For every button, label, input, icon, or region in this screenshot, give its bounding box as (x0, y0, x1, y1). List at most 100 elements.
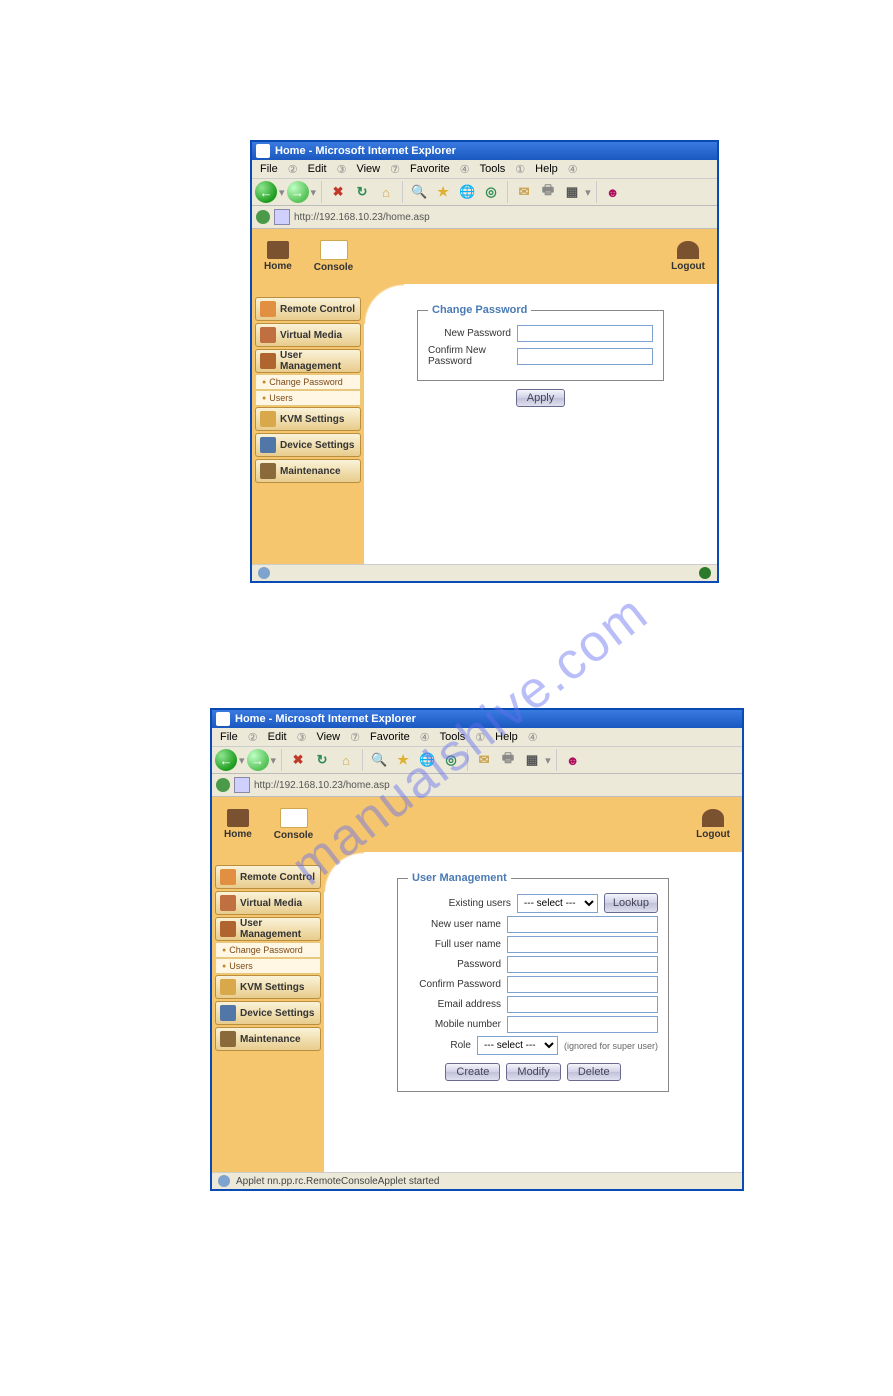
sidebar-maintenance[interactable]: Maintenance (215, 1027, 321, 1051)
sidebar-label: User Management (280, 350, 356, 372)
delete-button[interactable]: Delete (567, 1063, 621, 1081)
sidebar-label: Maintenance (280, 466, 341, 477)
sidebar-label: Remote Control (240, 872, 315, 883)
home-button[interactable]: Home (224, 809, 252, 840)
media-button[interactable]: ◎ (440, 749, 462, 771)
refresh-button[interactable]: ↻ (311, 749, 333, 771)
form-legend: Change Password (428, 304, 531, 316)
mail-button[interactable]: ✉ (513, 181, 535, 203)
sidebar-virtual-media[interactable]: Virtual Media (255, 323, 361, 347)
mobile-number-label: Mobile number (435, 1019, 501, 1030)
full-user-name-input[interactable] (507, 936, 658, 953)
print-button[interactable]: 🖶 (537, 181, 559, 203)
status-bar: Applet nn.pp.rc.RemoteConsoleApplet star… (212, 1172, 742, 1189)
sidebar-maintenance[interactable]: Maintenance (255, 459, 361, 483)
logout-button[interactable]: Logout (696, 809, 730, 840)
modify-button[interactable]: Modify (506, 1063, 560, 1081)
console-button[interactable]: Console (274, 808, 313, 841)
address-url[interactable]: http://192.168.10.23/home.asp (254, 780, 390, 791)
apply-button[interactable]: Apply (516, 389, 566, 407)
sidebar-virtual-media[interactable]: Virtual Media (215, 891, 321, 915)
mobile-number-input[interactable] (507, 1016, 658, 1033)
sidebar-user-management[interactable]: User Management (215, 917, 321, 941)
menu-bar[interactable]: File② Edit③ View⑦ Favorite④ Tools① Help④ (252, 160, 717, 179)
edit-button[interactable]: ▦ (521, 749, 543, 771)
sidebar-device-settings[interactable]: Device Settings (215, 1001, 321, 1025)
sidebar-change-password[interactable]: Change Password (215, 942, 321, 958)
history-button[interactable]: 🌐 (416, 749, 438, 771)
existing-users-select[interactable]: --- select --- (517, 894, 598, 913)
change-password-form: Change Password New Password Confirm New… (417, 304, 664, 381)
stop-button[interactable]: ✖ (287, 749, 309, 771)
sidebar-remote-control[interactable]: Remote Control (215, 865, 321, 889)
menu-edit[interactable]: Edit (264, 731, 291, 743)
console-icon (280, 808, 308, 828)
forward-button[interactable]: → (247, 749, 269, 771)
sidebar-user-management[interactable]: User Management (255, 349, 361, 373)
sidebar: Remote Control Virtual Media User Manage… (252, 284, 364, 564)
go-icon[interactable] (256, 210, 270, 224)
menu-file[interactable]: File (216, 731, 242, 743)
new-user-name-input[interactable] (507, 916, 658, 933)
back-button[interactable]: ← (215, 749, 237, 771)
sidebar-kvm-settings[interactable]: KVM Settings (215, 975, 321, 999)
role-note: (ignored for super user) (564, 1041, 658, 1051)
messenger-button[interactable]: ☻ (602, 181, 624, 203)
menu-bar[interactable]: File② Edit③ View⑦ Favorite④ Tools① Help④ (212, 728, 742, 747)
menu-file[interactable]: File (256, 163, 282, 175)
messenger-button[interactable]: ☻ (562, 749, 584, 771)
menu-help[interactable]: Help (531, 163, 562, 175)
menu-tools[interactable]: Tools (436, 731, 470, 743)
screenshot-user-management: Home - Microsoft Internet Explorer File②… (210, 708, 744, 1191)
search-button[interactable]: 🔍 (408, 181, 430, 203)
create-button[interactable]: Create (445, 1063, 500, 1081)
menu-favorite[interactable]: Favorite (366, 731, 414, 743)
refresh-button[interactable]: ↻ (351, 181, 373, 203)
edit-button[interactable]: ▦ (561, 181, 583, 203)
virtual-media-icon (260, 327, 276, 343)
back-button[interactable]: ← (255, 181, 277, 203)
subitem-label: Users (269, 393, 293, 403)
menu-favorite[interactable]: Favorite (406, 163, 454, 175)
forward-button[interactable]: → (287, 181, 309, 203)
subitem-label: Users (229, 961, 253, 971)
confirm-password-input[interactable] (507, 976, 658, 993)
menu-edit[interactable]: Edit (304, 163, 331, 175)
console-button[interactable]: Console (314, 240, 353, 273)
confirm-password-input[interactable] (517, 348, 653, 365)
search-button[interactable]: 🔍 (368, 749, 390, 771)
toolbar: ← ▾ → ▾ ✖ ↻ ⌂ 🔍 ★ 🌐 ◎ ✉ 🖶 ▦ ▾ ☻ (252, 179, 717, 206)
home-button[interactable]: ⌂ (375, 181, 397, 203)
history-button[interactable]: 🌐 (456, 181, 478, 203)
go-icon[interactable] (216, 778, 230, 792)
menu-tools[interactable]: Tools (476, 163, 510, 175)
internet-zone-icon (699, 567, 711, 579)
sidebar-change-password[interactable]: Change Password (255, 374, 361, 390)
stop-button[interactable]: ✖ (327, 181, 349, 203)
sidebar-users[interactable]: Users (215, 958, 321, 974)
logout-button[interactable]: Logout (671, 241, 705, 272)
print-button[interactable]: 🖶 (497, 749, 519, 771)
sidebar-device-settings[interactable]: Device Settings (255, 433, 361, 457)
menu-help[interactable]: Help (491, 731, 522, 743)
favorites-button[interactable]: ★ (432, 181, 454, 203)
sidebar-remote-control[interactable]: Remote Control (255, 297, 361, 321)
media-button[interactable]: ◎ (480, 181, 502, 203)
home-button[interactable]: ⌂ (335, 749, 357, 771)
new-password-input[interactable] (517, 325, 653, 342)
app-body: Home Console Logout Remote Control Virtu… (212, 797, 742, 1172)
menu-view[interactable]: View (352, 163, 384, 175)
sidebar-kvm-settings[interactable]: KVM Settings (255, 407, 361, 431)
sidebar-users[interactable]: Users (255, 390, 361, 406)
password-input[interactable] (507, 956, 658, 973)
mail-button[interactable]: ✉ (473, 749, 495, 771)
email-address-input[interactable] (507, 996, 658, 1013)
menu-view[interactable]: View (312, 731, 344, 743)
favorites-button[interactable]: ★ (392, 749, 414, 771)
remote-control-icon (260, 301, 276, 317)
address-url[interactable]: http://192.168.10.23/home.asp (294, 212, 430, 223)
lookup-button[interactable]: Lookup (604, 893, 658, 913)
role-select[interactable]: --- select --- (477, 1036, 558, 1055)
user-management-icon (220, 921, 236, 937)
home-button[interactable]: Home (264, 241, 292, 272)
